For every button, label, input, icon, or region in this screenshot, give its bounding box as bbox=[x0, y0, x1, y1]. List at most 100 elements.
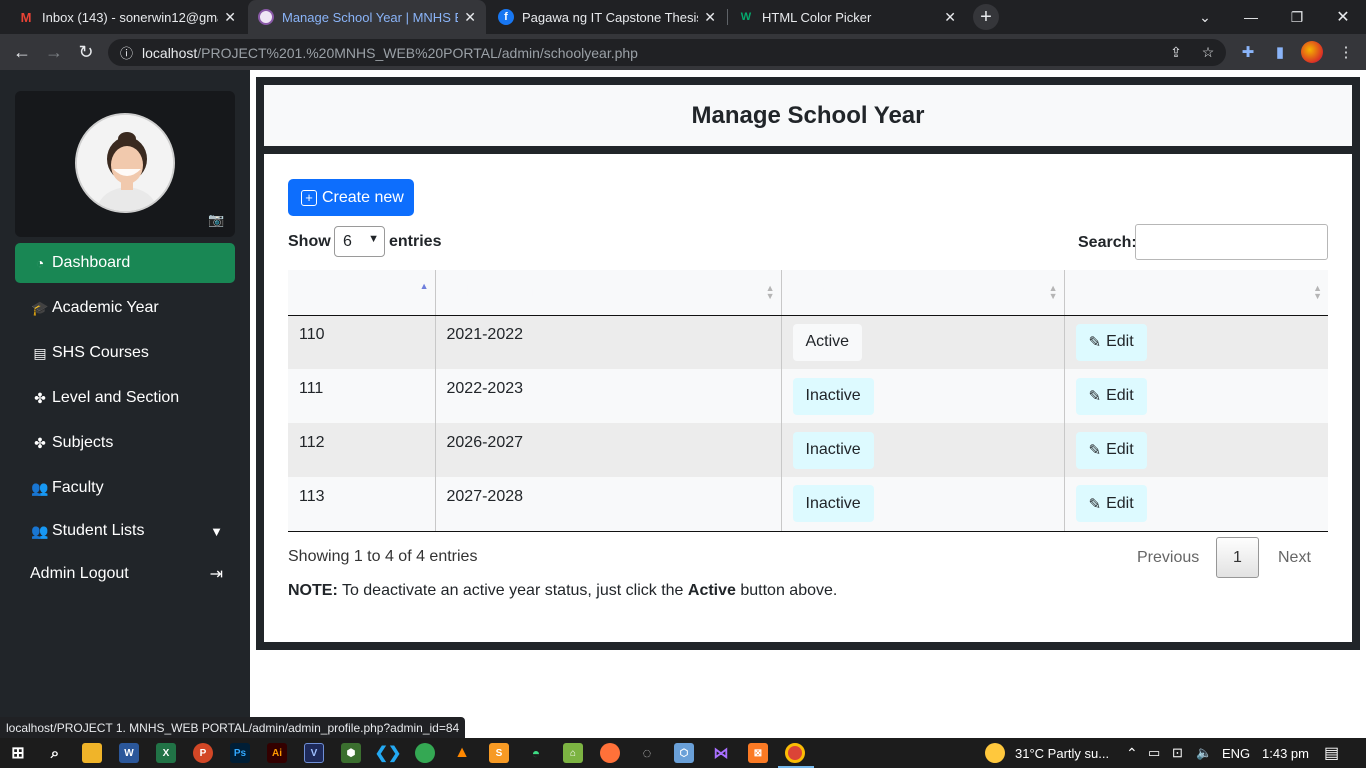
info-icon[interactable]: ⓘ bbox=[120, 43, 133, 62]
column-label: School Year bbox=[446, 283, 538, 301]
close-icon[interactable]: ✕ bbox=[944, 9, 956, 26]
clock[interactable]: 1:43 pm bbox=[1262, 738, 1309, 768]
logout-icon: ⇥ bbox=[209, 566, 223, 583]
partly-sunny-icon bbox=[985, 743, 1005, 763]
windows-start-icon[interactable]: ⊞ bbox=[8, 743, 28, 763]
sort-icon: ▲ ▼ bbox=[765, 283, 775, 301]
firefox-icon[interactable] bbox=[600, 743, 620, 763]
powerpoint-icon[interactable]: P bbox=[193, 743, 213, 763]
network-icon[interactable]: ⊡ bbox=[1172, 738, 1183, 768]
row-school-year: 2021-2022 bbox=[446, 326, 524, 344]
visual-studio-icon[interactable]: ⋈ bbox=[711, 743, 731, 763]
sidebar-item-shs-courses[interactable]: ▤ SHS Courses bbox=[15, 333, 235, 373]
address-bar[interactable]: ⓘ localhost/PROJECT%201.%20MNHS_WEB%20PO… bbox=[108, 39, 1226, 66]
sidebar-item-student-lists[interactable]: 👥 Student Lists ▼ bbox=[15, 511, 235, 551]
weather-widget[interactable]: 31°C Partly su... bbox=[985, 738, 1109, 768]
edit-button[interactable]: ✎ Edit bbox=[1075, 431, 1147, 469]
back-button[interactable]: ← bbox=[10, 40, 34, 64]
table-header-row: Id ▲ School Year ▲ ▼ Status ▲ ▼ Action ▲ ▼ bbox=[288, 270, 1328, 316]
pagination-page-1[interactable]: 1 bbox=[1216, 537, 1259, 578]
bookmark-star-icon[interactable]: ☆ bbox=[1196, 39, 1220, 66]
column-header-school-year[interactable]: School Year ▲ ▼ bbox=[434, 270, 781, 316]
illustrator-icon[interactable]: Ai bbox=[267, 743, 287, 763]
forward-button[interactable]: → bbox=[42, 40, 66, 64]
photoshop-icon[interactable]: Ps bbox=[230, 743, 250, 763]
entries-per-page-select[interactable]: 6 ▼ bbox=[334, 226, 385, 257]
edit-button[interactable]: ✎ Edit bbox=[1075, 323, 1147, 361]
excel-icon[interactable]: X bbox=[156, 743, 176, 763]
vlc-icon[interactable]: ▲ bbox=[452, 743, 472, 763]
caret-down-icon[interactable]: ▼ bbox=[210, 524, 223, 539]
url-path: /PROJECT%201.%20MNHS_WEB%20PORTAL/admin/… bbox=[197, 44, 638, 61]
tab-search-icon[interactable]: ⌄ bbox=[1182, 0, 1228, 34]
3d-viewer-icon[interactable]: ⬡ bbox=[674, 743, 694, 763]
reload-button[interactable]: ↻ bbox=[74, 40, 98, 64]
close-window-button[interactable]: ✕ bbox=[1320, 0, 1366, 34]
tab-manage-school-year[interactable]: Manage School Year | MNHS Enr ✕ bbox=[248, 0, 486, 34]
tab-inbox[interactable]: M Inbox (143) - sonerwin12@gmail ✕ bbox=[8, 0, 246, 34]
sidebar-item-subjects[interactable]: ✤ Subjects bbox=[15, 423, 235, 463]
battery-icon[interactable]: ▭ bbox=[1148, 738, 1160, 768]
chevron-up-icon[interactable]: ⌃ bbox=[1126, 738, 1138, 768]
status-inactive-button[interactable]: Inactive bbox=[792, 431, 874, 469]
avatar[interactable] bbox=[75, 113, 175, 213]
extensions-icon[interactable]: ✚ bbox=[1236, 40, 1260, 64]
language-indicator[interactable]: ENG bbox=[1222, 738, 1250, 768]
new-tab-button[interactable]: + bbox=[973, 4, 999, 30]
volume-icon[interactable]: 🔈 bbox=[1196, 738, 1212, 768]
vscode-icon[interactable]: ❮❯ bbox=[375, 743, 402, 763]
chrome-icon[interactable] bbox=[415, 743, 435, 763]
close-icon[interactable]: ✕ bbox=[464, 9, 476, 26]
sidebar-item-academic-year[interactable]: 🎓 Academic Year bbox=[15, 288, 235, 328]
sort-icon: ▲ ▼ bbox=[1048, 283, 1058, 301]
notification-icon[interactable]: ▤ bbox=[1324, 738, 1339, 768]
column-label: Action bbox=[1075, 283, 1126, 301]
edit-button[interactable]: ✎ Edit bbox=[1075, 377, 1147, 415]
close-icon[interactable]: ✕ bbox=[704, 9, 716, 26]
word-icon[interactable]: W bbox=[119, 743, 139, 763]
search-icon[interactable]: ⌕ bbox=[45, 743, 65, 763]
restore-button[interactable]: ❐ bbox=[1274, 0, 1320, 34]
unity-icon[interactable]: ◌ bbox=[637, 743, 657, 763]
sidebar-item-faculty[interactable]: 👥 Faculty bbox=[15, 468, 235, 508]
status-inactive-button[interactable]: Inactive bbox=[792, 485, 874, 523]
plus-square-icon: + bbox=[301, 189, 317, 206]
side-panel-icon[interactable]: ▮ bbox=[1268, 40, 1292, 64]
puzzle-icon: ✤ bbox=[34, 434, 46, 451]
facebook-icon: f bbox=[498, 9, 514, 25]
camera-icon[interactable]: 📷 bbox=[208, 212, 224, 228]
column-header-id[interactable]: Id ▲ bbox=[288, 270, 435, 316]
profile-avatar-icon[interactable] bbox=[1300, 40, 1324, 64]
sidebar-item-level-and-section[interactable]: ✤ Level and Section bbox=[15, 378, 235, 418]
close-icon[interactable]: ✕ bbox=[224, 9, 236, 26]
share-icon[interactable]: ⇪ bbox=[1164, 39, 1188, 66]
edit-pen-icon: ✎ bbox=[1088, 388, 1102, 405]
sidebar-item-dashboard[interactable]: ◔ Dashboard bbox=[15, 243, 235, 283]
edit-button[interactable]: ✎ Edit bbox=[1075, 485, 1147, 523]
xampp-icon[interactable]: ⊠ bbox=[748, 743, 768, 763]
status-active-button[interactable]: Active bbox=[792, 323, 863, 361]
table-row: 110 2021-2022 Active ✎ Edit bbox=[288, 315, 1328, 369]
pagination-previous[interactable]: Previous bbox=[1137, 549, 1199, 567]
python-icon[interactable]: ⬢ bbox=[341, 743, 361, 763]
column-header-action[interactable]: Action ▲ ▼ bbox=[1063, 270, 1328, 316]
pagination-next[interactable]: Next bbox=[1278, 549, 1311, 567]
minimize-button[interactable]: — bbox=[1228, 0, 1274, 34]
deactivate-note: NOTE: To deactivate an active year statu… bbox=[288, 582, 837, 600]
file-explorer-icon[interactable] bbox=[82, 743, 102, 763]
row-school-year: 2022-2023 bbox=[446, 380, 524, 397]
gardening-app-icon[interactable]: ⌂ bbox=[563, 743, 583, 763]
tab-facebook[interactable]: f Pagawa ng IT Capstone Thesis/D ✕ bbox=[488, 0, 726, 34]
chrome-active-icon[interactable] bbox=[785, 743, 805, 763]
android-studio-icon[interactable]: ◓ bbox=[526, 743, 546, 763]
search-input[interactable] bbox=[1135, 224, 1328, 260]
create-new-button[interactable]: + Create new bbox=[288, 179, 414, 216]
column-header-status[interactable]: Status ▲ ▼ bbox=[780, 270, 1064, 316]
graduation-cap-icon: 🎓 bbox=[31, 299, 49, 316]
sublime-icon[interactable]: S bbox=[489, 743, 509, 763]
tab-color-picker[interactable]: W HTML Color Picker ✕ bbox=[728, 0, 966, 34]
menu-kebab-icon[interactable]: ⋮ bbox=[1334, 40, 1358, 64]
visio-icon[interactable]: V bbox=[304, 743, 324, 763]
sidebar-item-admin-logout[interactable]: Admin Logout ⇥ bbox=[15, 554, 235, 594]
status-inactive-button[interactable]: Inactive bbox=[792, 377, 874, 415]
